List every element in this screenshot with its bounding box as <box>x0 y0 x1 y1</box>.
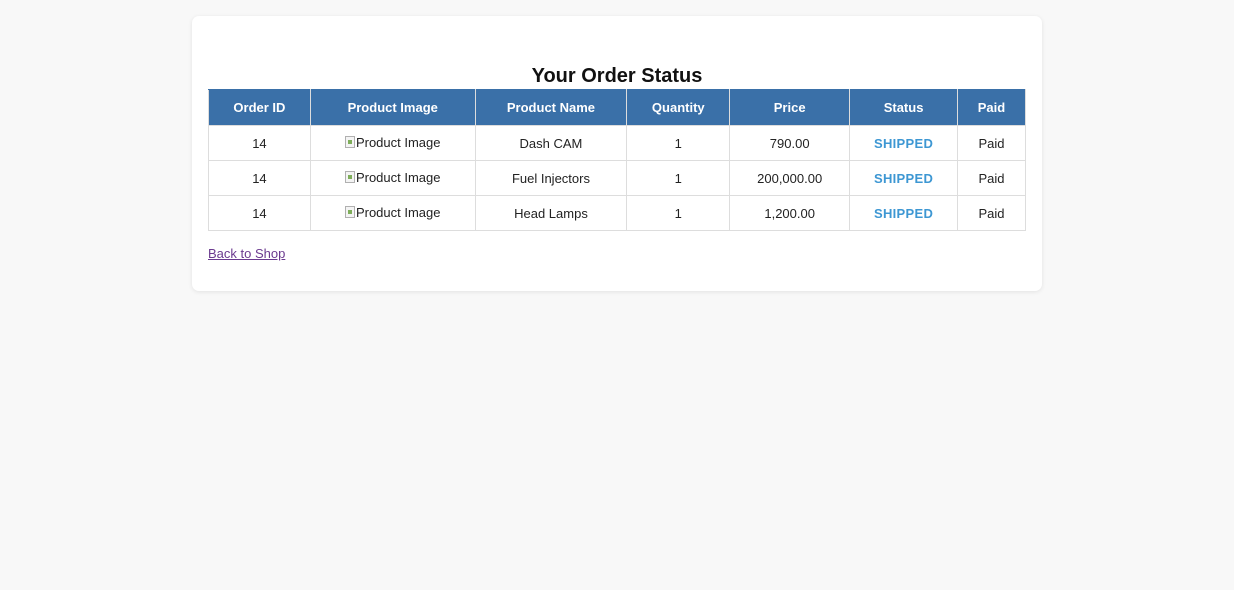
product-image-cell: Product Image <box>309 160 476 196</box>
product-image-alt: Product Image <box>355 169 441 185</box>
order-id-cell: 14 <box>208 195 311 231</box>
column-header-quantity: Quantity <box>626 89 731 126</box>
product-name-cell: Fuel Injectors <box>474 160 628 196</box>
table-row: 14 Product Image Fuel Injectors 1 200,00… <box>208 160 1026 196</box>
product-image: Product Image <box>344 204 441 220</box>
quantity-cell: 1 <box>626 125 731 161</box>
status-cell: SHIPPED <box>849 125 959 161</box>
table-row: 14 Product Image Head Lamps 1 1,200.00 S… <box>208 195 1026 231</box>
order-table: Order ID Product Image Product Name Quan… <box>208 89 1026 231</box>
status-cell: SHIPPED <box>849 160 959 196</box>
table-row: 14 Product Image Dash CAM 1 790.00 SHIPP… <box>208 125 1026 161</box>
product-image-cell: Product Image <box>309 125 476 161</box>
product-image-alt: Product Image <box>355 134 441 150</box>
order-status-card: Your Order Status Order ID Product Image… <box>192 16 1042 291</box>
page-title: Your Order Status <box>531 65 703 87</box>
column-header-order-id: Order ID <box>208 89 311 126</box>
broken-image-icon <box>344 206 355 219</box>
column-header-paid: Paid <box>957 89 1026 126</box>
order-id-cell: 14 <box>208 125 311 161</box>
product-name-cell: Dash CAM <box>474 125 628 161</box>
product-image-cell: Product Image <box>309 195 476 231</box>
column-header-status: Status <box>849 89 959 126</box>
paid-cell: Paid <box>957 125 1026 161</box>
paid-cell: Paid <box>957 195 1026 231</box>
order-id-cell: 14 <box>208 160 311 196</box>
price-cell: 200,000.00 <box>729 160 851 196</box>
table-header-row: Order ID Product Image Product Name Quan… <box>208 89 1026 126</box>
column-header-price: Price <box>729 89 851 126</box>
product-name-cell: Head Lamps <box>474 195 628 231</box>
product-image: Product Image <box>344 134 441 150</box>
product-image-alt: Product Image <box>355 204 441 220</box>
price-cell: 790.00 <box>729 125 851 161</box>
product-image: Product Image <box>344 169 441 185</box>
column-header-product-image: Product Image <box>309 89 476 126</box>
column-header-product-name: Product Name <box>474 89 628 126</box>
price-cell: 1,200.00 <box>729 195 851 231</box>
broken-image-icon <box>344 171 355 184</box>
paid-cell: Paid <box>957 160 1026 196</box>
quantity-cell: 1 <box>626 160 731 196</box>
broken-image-icon <box>344 136 355 149</box>
quantity-cell: 1 <box>626 195 731 231</box>
status-cell: SHIPPED <box>849 195 959 231</box>
back-to-shop-link[interactable]: Back to Shop <box>208 246 285 261</box>
